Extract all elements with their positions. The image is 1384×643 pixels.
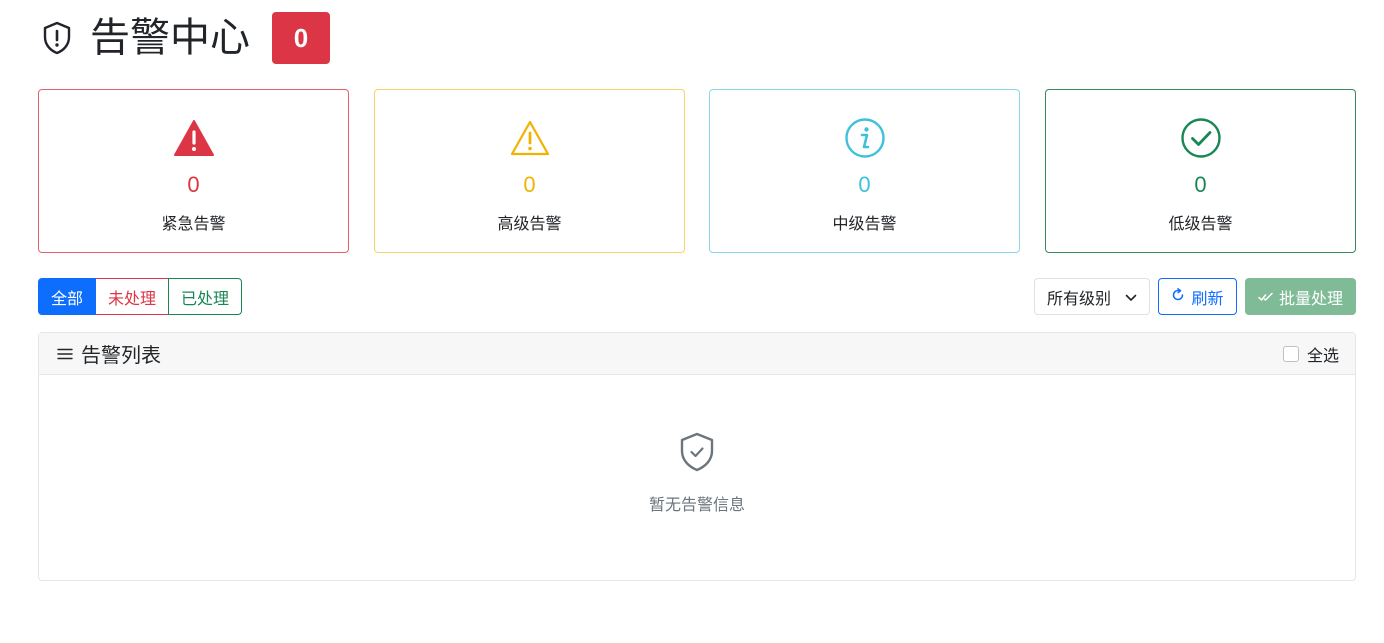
page-title: 告警中心 [90, 15, 250, 61]
check-circle-icon [1180, 117, 1222, 159]
alert-list-header: 告警列表 全选 [39, 333, 1355, 375]
warning-filled-icon [173, 117, 215, 159]
high-label: 高级告警 [497, 214, 562, 233]
select-all-control[interactable]: 全选 [1282, 342, 1339, 366]
status-filter-group: 全部 未处理 已处理 [38, 278, 243, 315]
empty-state-text: 暂无告警信息 [648, 495, 745, 514]
low-count: 0 [1194, 172, 1207, 197]
low-alert-card[interactable]: 0 低级告警 [1045, 89, 1356, 253]
summary-cards: 0 紧急告警 0 高级告警 0 中级告警 0 低级告警 [38, 89, 1356, 253]
alert-list-title: 告警列表 [81, 343, 161, 367]
filter-done-button[interactable]: 已处理 [168, 278, 243, 315]
urgent-alert-card[interactable]: 0 紧急告警 [38, 89, 349, 253]
select-all-label: 全选 [1306, 345, 1339, 365]
list-icon [57, 342, 73, 366]
level-select-value: 所有级别 [1047, 288, 1112, 308]
low-label: 低级告警 [1168, 214, 1233, 233]
high-alert-card[interactable]: 0 高级告警 [374, 89, 685, 253]
check-all-icon [1258, 287, 1273, 306]
batch-process-button[interactable]: 批量处理 [1245, 278, 1356, 315]
info-circle-icon [844, 117, 886, 159]
chevron-down-icon [1125, 287, 1137, 306]
mid-alert-card[interactable]: 0 中级告警 [709, 89, 1020, 253]
level-select[interactable]: 所有级别 [1034, 278, 1150, 315]
shield-alert-icon [38, 19, 76, 57]
select-all-checkbox[interactable] [1282, 345, 1299, 362]
alert-count-badge: 0 [272, 12, 330, 64]
refresh-icon [1171, 287, 1185, 306]
urgent-count: 0 [187, 172, 200, 197]
warning-outline-icon [509, 117, 551, 159]
refresh-label: 刷新 [1191, 288, 1224, 308]
page-header: 告警中心 0 [38, 10, 330, 66]
mid-count: 0 [858, 172, 871, 197]
shield-check-icon [678, 431, 716, 477]
batch-process-label: 批量处理 [1278, 288, 1343, 308]
alert-list-panel: 告警列表 全选 暂无告警信息 [38, 332, 1356, 581]
high-count: 0 [523, 172, 536, 197]
urgent-label: 紧急告警 [161, 214, 226, 233]
mid-label: 中级告警 [832, 214, 897, 233]
empty-state: 暂无告警信息 [39, 431, 1355, 515]
list-toolbar: 所有级别 刷新 批量处理 [1034, 278, 1356, 315]
filter-pending-button[interactable]: 未处理 [95, 278, 170, 315]
refresh-button[interactable]: 刷新 [1158, 278, 1237, 315]
filter-all-button[interactable]: 全部 [38, 278, 97, 315]
